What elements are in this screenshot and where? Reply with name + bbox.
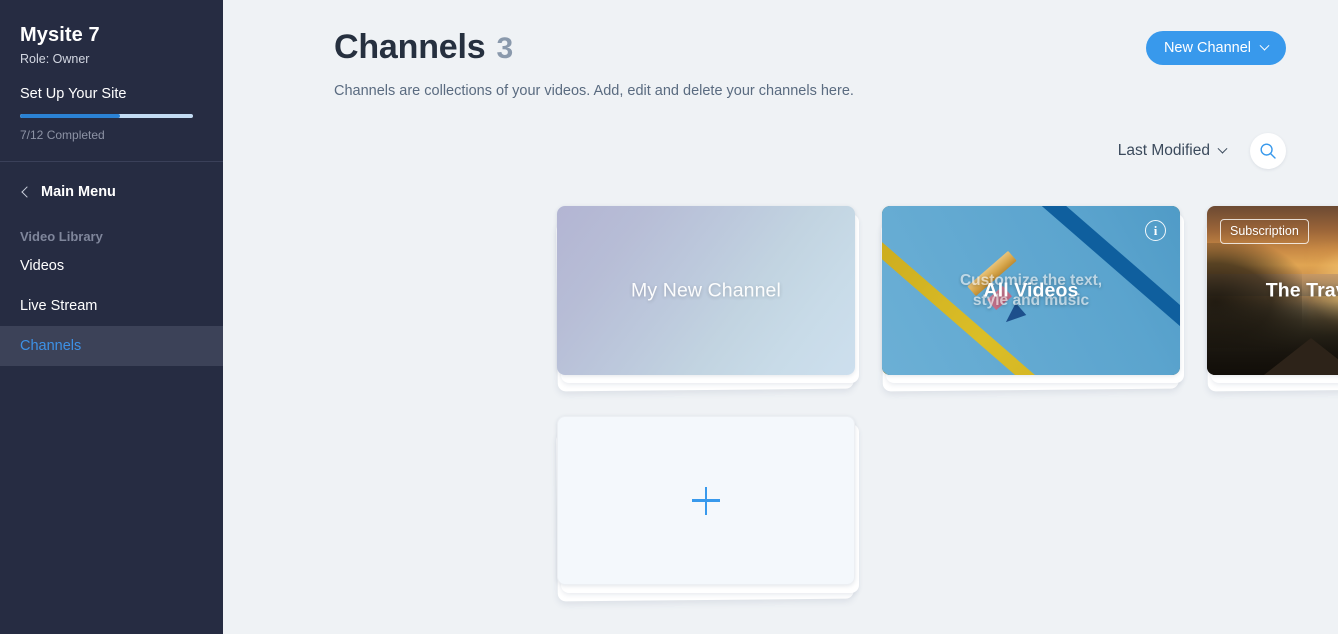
setup-progress-bar	[20, 114, 193, 118]
main-menu-label: Main Menu	[41, 184, 116, 200]
channel-grid-row	[556, 416, 1338, 602]
site-title: Mysite 7	[20, 24, 100, 46]
sidebar-item-videos[interactable]: Videos	[0, 246, 223, 286]
page-title-row: Channels 3	[334, 26, 1286, 70]
setup-your-site-link[interactable]: Set Up Your Site	[20, 84, 203, 104]
channel-card-stack: Customize the text, style and music All …	[881, 206, 1184, 392]
chevron-down-icon	[1217, 143, 1228, 154]
channel-count: 3	[496, 32, 514, 65]
channel-card-title: All Videos	[983, 279, 1079, 301]
channel-card-the-travel-channel[interactable]: Subscription The Travel Channel	[1207, 206, 1338, 375]
status-badge-subscription: Subscription	[1220, 219, 1309, 244]
plus-icon	[692, 486, 720, 515]
channel-card-title: My New Channel	[631, 279, 781, 301]
nav-section-title-video-library: Video Library	[20, 229, 103, 244]
thumbnail-art-roof-left	[1254, 337, 1338, 375]
channel-card-my-new-channel[interactable]: My New Channel	[557, 206, 855, 375]
channel-card-stack: Subscription The Travel Channel	[1206, 206, 1338, 392]
chevron-left-icon	[21, 186, 33, 198]
setup-progress-fill	[20, 114, 121, 118]
add-channel-card-stack	[556, 416, 859, 602]
sidebar-item-live-stream[interactable]: Live Stream	[0, 286, 223, 326]
add-channel-card[interactable]	[557, 416, 855, 585]
channel-card-all-videos[interactable]: Customize the text, style and music All …	[882, 206, 1180, 375]
main-menu-back-button[interactable]: Main Menu	[0, 162, 223, 206]
sort-dropdown-label: Last Modified	[1117, 142, 1210, 159]
sidebar-item-channels[interactable]: Channels	[0, 326, 223, 366]
page-subtitle: Channels are collections of your videos.…	[334, 83, 854, 99]
page-title: Channels	[334, 28, 486, 66]
site-summary-block: Mysite 7 Role: Owner Set Up Your Site 7/…	[0, 0, 223, 161]
search-icon	[1260, 143, 1276, 159]
main-content: Channels 3 Channels are collections of y…	[223, 0, 1338, 634]
info-icon[interactable]: i	[1145, 220, 1166, 241]
site-role: Role: Owner	[20, 52, 90, 66]
new-channel-label: New Channel	[1163, 40, 1251, 56]
setup-progress-caption: 7/12 Completed	[20, 128, 105, 142]
sidebar: Mysite 7 Role: Owner Set Up Your Site 7/…	[0, 0, 223, 634]
list-toolbar: Last Modified	[1118, 133, 1286, 169]
channel-grid: My New Channel Customize the text, style…	[556, 206, 1338, 626]
sort-dropdown[interactable]: Last Modified	[1117, 142, 1228, 160]
channel-grid-row: My New Channel Customize the text, style…	[556, 206, 1338, 392]
channel-card-stack: My New Channel	[556, 206, 859, 392]
app-root: Mysite 7 Role: Owner Set Up Your Site 7/…	[0, 0, 1338, 634]
search-button[interactable]	[1250, 133, 1286, 169]
chevron-down-icon	[1259, 40, 1270, 51]
channel-card-title: The Travel Channel	[1265, 279, 1338, 301]
new-channel-button[interactable]: New Channel	[1145, 31, 1286, 65]
